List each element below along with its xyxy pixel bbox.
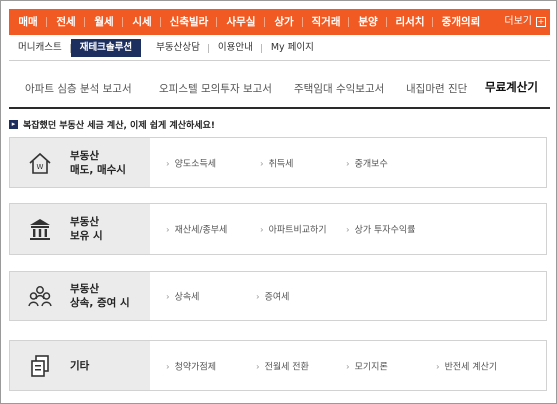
- card-title: 기타: [70, 359, 90, 372]
- top-nav-brokerage-request[interactable]: 중개의뢰: [433, 9, 489, 35]
- card-header: W 부동산 매도, 매수시: [10, 138, 150, 187]
- top-nav-store[interactable]: 상가: [265, 9, 303, 35]
- sub-nav-guide[interactable]: 이용안내: [209, 39, 262, 57]
- top-nav: 매매 전세 월세 시세 신축빌라 사무실 상가 직거래 분양 리서치 중개의뢰 …: [9, 9, 550, 35]
- link-gift-tax[interactable]: › 증여세: [256, 290, 289, 303]
- calc-card-inheritance: 부동산 상속, 증여 시 › 상속세 › 증여세: [9, 271, 547, 321]
- top-nav-new-villa[interactable]: 신축빌라: [161, 9, 217, 35]
- sub-nav-consulting[interactable]: 부동산상담: [147, 39, 209, 57]
- card-links: › 상속세 › 증여세: [150, 272, 546, 320]
- info-icon: ▸: [9, 119, 18, 129]
- chevron-right-icon: ›: [166, 362, 170, 372]
- card-title: 부동산 상속, 증여 시: [70, 283, 130, 309]
- calc-card-other: 기타 › 청약가점제 › 전월세 전환 › 모기지론 › 반전세 계산기: [9, 340, 547, 391]
- link-acquisition-tax[interactable]: › 취득세: [260, 156, 293, 169]
- svg-text:W: W: [37, 163, 44, 171]
- notice-banner: ▸ 복잡했던 부동산 세금 계산, 이제 쉽게 계산하세요!: [9, 117, 550, 131]
- top-nav-market-price[interactable]: 시세: [123, 9, 161, 35]
- chevron-right-icon: ›: [166, 159, 170, 169]
- people-group-icon: [10, 283, 70, 309]
- tab-apartment-analysis[interactable]: 아파트 심층 분석 보고서: [25, 81, 132, 96]
- house-won-icon: W: [10, 150, 70, 176]
- chevron-right-icon: ›: [256, 292, 260, 303]
- link-mortgage-loan[interactable]: › 모기지론: [346, 359, 388, 372]
- card-links: › 청약가점제 › 전월세 전환 › 모기지론 › 반전세 계산기: [150, 341, 546, 390]
- top-nav-research[interactable]: 리서치: [387, 9, 433, 35]
- top-nav-jeonse[interactable]: 전세: [47, 9, 85, 35]
- sub-nav: 머니캐스트 재테크솔루션 부동산상담 이용안내 My 페이지: [9, 35, 550, 61]
- sub-nav-finance-solution[interactable]: 재테크솔루션: [70, 38, 142, 57]
- link-subscription-score[interactable]: › 청약가점제: [166, 359, 216, 372]
- calc-card-buy-sell: W 부동산 매도, 매수시 › 양도소득세 › 취득세 › 중개보수: [9, 137, 547, 188]
- chevron-right-icon: ›: [346, 225, 350, 236]
- chevron-right-icon: ›: [166, 225, 170, 236]
- tab-officetel-simulation[interactable]: 오피스텔 모의투자 보고서: [159, 81, 272, 96]
- link-capital-gains-tax[interactable]: › 양도소득세: [166, 156, 216, 169]
- top-nav-sale[interactable]: 매매: [9, 9, 47, 35]
- link-property-tax[interactable]: › 재산세/종부세: [166, 223, 227, 236]
- notice-text: 복잡했던 부동산 세금 계산, 이제 쉽게 계산하세요!: [23, 120, 215, 131]
- plus-icon: +: [536, 17, 546, 27]
- chevron-right-icon: ›: [346, 159, 350, 169]
- tab-home-diagnosis[interactable]: 내집마련 진단: [406, 81, 467, 96]
- card-header: 기타: [10, 341, 150, 390]
- chevron-right-icon: ›: [260, 159, 264, 169]
- link-store-yield[interactable]: › 상가 투자수익률: [346, 223, 415, 236]
- card-title: 부동산 보유 시: [70, 216, 103, 242]
- page-frame: 매매 전세 월세 시세 신축빌라 사무실 상가 직거래 분양 리서치 중개의뢰 …: [0, 0, 557, 404]
- link-rent-conversion[interactable]: › 전월세 전환: [256, 359, 309, 372]
- chevron-right-icon: ›: [260, 225, 264, 236]
- tab-rental-income[interactable]: 주택임대 수익보고서: [294, 81, 384, 96]
- top-nav-presale[interactable]: 분양: [349, 9, 387, 35]
- report-tabs: 아파트 심층 분석 보고서 오피스텔 모의투자 보고서 주택임대 수익보고서 내…: [9, 63, 550, 109]
- card-links: › 재산세/종부세 › 아파트비교하기 › 상가 투자수익률: [150, 204, 546, 254]
- card-title: 부동산 매도, 매수시: [70, 149, 126, 176]
- top-nav-more-button[interactable]: 더보기 +: [504, 9, 550, 35]
- card-header: 부동산 보유 시: [10, 204, 150, 254]
- top-nav-direct-deal[interactable]: 직거래: [303, 9, 349, 35]
- sub-nav-money-cast[interactable]: 머니캐스트: [9, 39, 71, 57]
- bank-building-icon: [10, 216, 70, 242]
- card-links: › 양도소득세 › 취득세 › 중개보수: [150, 138, 546, 187]
- chevron-right-icon: ›: [346, 362, 350, 372]
- top-nav-office[interactable]: 사무실: [217, 9, 265, 35]
- calc-card-holding: 부동산 보유 시 › 재산세/종부세 › 아파트비교하기 › 상가 투자수익률: [9, 203, 547, 255]
- link-semi-jeonse-calculator[interactable]: › 반전세 계산기: [436, 359, 497, 372]
- chevron-right-icon: ›: [166, 292, 170, 303]
- tab-free-calculator[interactable]: 무료계산기: [485, 79, 538, 95]
- chevron-right-icon: ›: [256, 362, 260, 372]
- sub-nav-my-page[interactable]: My 페이지: [262, 39, 323, 57]
- link-brokerage-fee[interactable]: › 중개보수: [346, 156, 388, 169]
- documents-icon: [10, 353, 70, 379]
- top-nav-monthly-rent[interactable]: 월세: [85, 9, 123, 35]
- link-apartment-compare[interactable]: › 아파트비교하기: [260, 223, 327, 236]
- card-header: 부동산 상속, 증여 시: [10, 272, 150, 320]
- link-inheritance-tax[interactable]: › 상속세: [166, 290, 199, 303]
- more-label: 더보기: [504, 16, 532, 27]
- chevron-right-icon: ›: [436, 362, 440, 372]
